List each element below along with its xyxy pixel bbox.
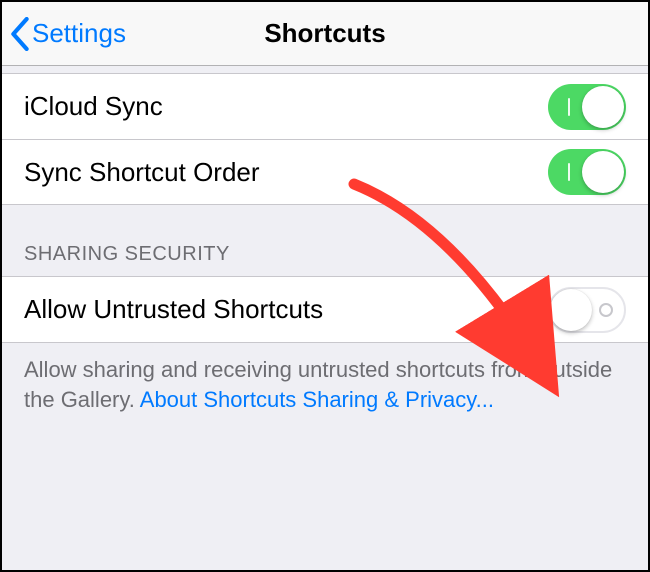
- back-label: Settings: [32, 18, 126, 49]
- about-sharing-privacy-link[interactable]: About Shortcuts Sharing & Privacy...: [140, 387, 494, 412]
- switch-knob: [582, 151, 624, 193]
- row-label: Sync Shortcut Order: [24, 157, 548, 188]
- navigation-bar: Settings Shortcuts: [2, 2, 648, 66]
- switch-on-indicator: [568, 163, 570, 181]
- row-icloud-sync: iCloud Sync: [2, 74, 648, 140]
- settings-group-sharing: Allow Untrusted Shortcuts: [2, 277, 648, 343]
- row-sync-shortcut-order: Sync Shortcut Order: [2, 139, 648, 205]
- chevron-left-icon: [10, 17, 30, 51]
- toggle-sync-shortcut-order[interactable]: [548, 149, 626, 195]
- row-allow-untrusted-shortcuts: Allow Untrusted Shortcuts: [2, 277, 648, 343]
- switch-knob: [550, 289, 592, 331]
- toggle-allow-untrusted-shortcuts[interactable]: [548, 287, 626, 333]
- settings-group-sync: iCloud Sync Sync Shortcut Order: [2, 74, 648, 205]
- toggle-icloud-sync[interactable]: [548, 84, 626, 130]
- row-label: iCloud Sync: [24, 91, 548, 122]
- back-button[interactable]: Settings: [2, 17, 126, 51]
- section-header-sharing-security: SHARING SECURITY: [2, 205, 648, 277]
- switch-knob: [582, 86, 624, 128]
- section-footer: Allow sharing and receiving untrusted sh…: [2, 343, 648, 432]
- switch-on-indicator: [568, 98, 570, 116]
- switch-off-indicator: [599, 303, 613, 317]
- row-label: Allow Untrusted Shortcuts: [24, 294, 548, 325]
- spacer: [2, 66, 648, 74]
